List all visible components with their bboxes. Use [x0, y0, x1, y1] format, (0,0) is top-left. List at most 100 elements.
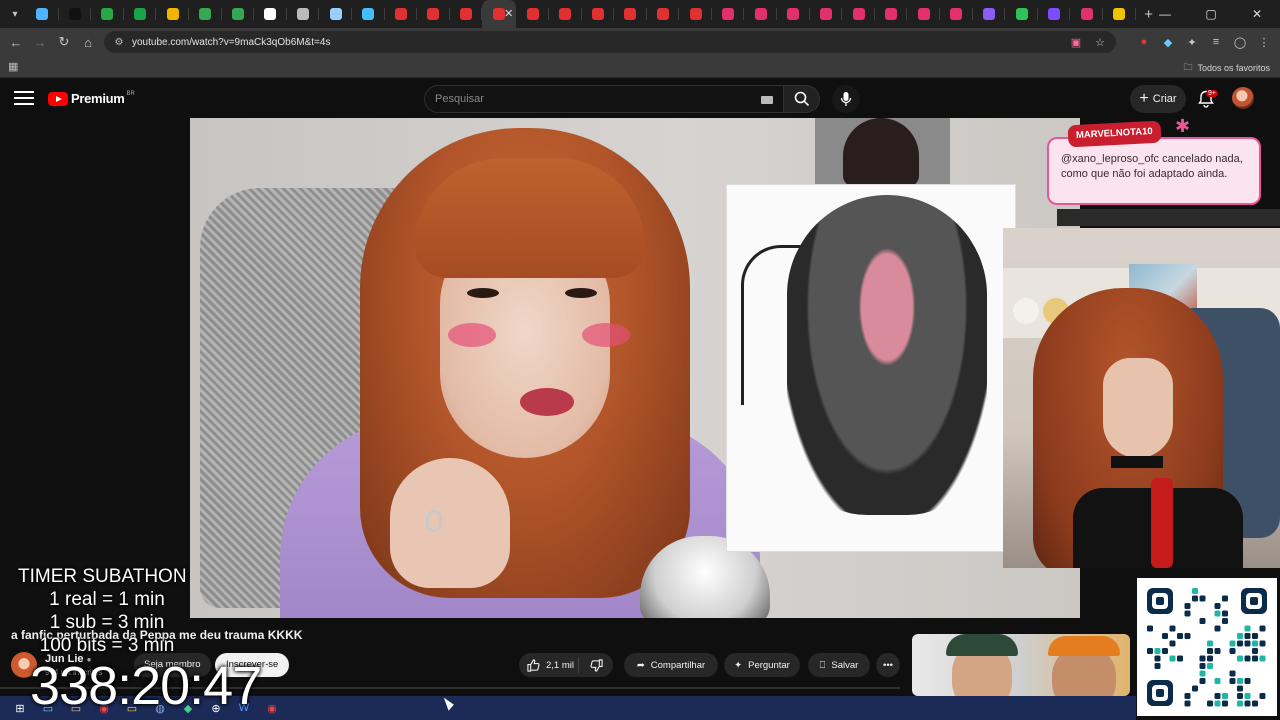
browser-tab[interactable]	[352, 0, 385, 28]
extension-gem-icon[interactable]: ◆	[1158, 30, 1178, 54]
browser-tab[interactable]	[1038, 0, 1071, 28]
browser-tab[interactable]	[973, 0, 1006, 28]
share-button[interactable]: ➦ Compartilhar	[624, 653, 718, 677]
qr-module	[1250, 597, 1258, 605]
browser-tab[interactable]	[91, 0, 124, 28]
dark-doll	[815, 118, 950, 186]
taskbar-app-7-icon[interactable]: ◉	[264, 700, 280, 716]
all-bookmarks-button[interactable]: 🗀 Todos os favoritos	[1183, 60, 1270, 76]
browser-tab[interactable]	[582, 0, 615, 28]
create-button[interactable]: + Criar	[1130, 85, 1186, 113]
folder-icon: 🗀	[1183, 62, 1193, 72]
qr-module	[1162, 633, 1168, 639]
address-bar[interactable]: ⚙ youtube.com/watch?v=9maCk3qOb6M&t=4s ▣…	[104, 31, 1116, 53]
browser-tab[interactable]	[156, 0, 189, 28]
browser-tab[interactable]	[647, 0, 680, 28]
browser-tab[interactable]	[222, 0, 255, 28]
ask-label: Perguntar	[748, 659, 790, 671]
browser-tab[interactable]	[810, 0, 843, 28]
ask-button[interactable]: ✦ Perguntar	[724, 653, 800, 677]
maximize-icon[interactable]: ▢	[1188, 0, 1234, 28]
tab-favicon-icon	[722, 8, 735, 20]
related-video-thumbnail[interactable]	[912, 634, 1130, 696]
browser-tab[interactable]	[777, 0, 810, 28]
search-button[interactable]	[784, 85, 820, 113]
close-window-icon[interactable]: ✕	[1234, 0, 1280, 28]
qr-module	[1244, 633, 1251, 639]
browser-tab[interactable]	[549, 0, 582, 28]
minimize-icon[interactable]: —	[1142, 0, 1188, 28]
browser-tab[interactable]	[1070, 0, 1103, 28]
bookmarks-bar: ▦ 🗀 Todos os favoritos	[0, 56, 1280, 78]
browser-tab[interactable]	[254, 0, 287, 28]
browser-tab[interactable]	[124, 0, 157, 28]
browser-tab[interactable]	[417, 0, 450, 28]
profile-icon[interactable]: ◯	[1230, 30, 1250, 54]
keyboard-icon[interactable]	[761, 96, 773, 104]
browser-tab[interactable]	[319, 0, 352, 28]
browser-tab[interactable]	[1103, 0, 1136, 28]
browser-tab[interactable]	[26, 0, 59, 28]
browser-tab[interactable]	[875, 0, 908, 28]
browser-tab[interactable]	[1005, 0, 1038, 28]
browser-tab[interactable]	[842, 0, 875, 28]
browser-tab[interactable]	[679, 0, 712, 28]
qr-module	[1199, 670, 1206, 677]
microphone-icon	[840, 92, 852, 106]
guide-menu-icon[interactable]	[14, 91, 34, 107]
bookmark-star-icon[interactable]: ☆	[1092, 34, 1108, 50]
extension-red-icon[interactable]: ●	[1134, 30, 1154, 54]
qr-module	[1199, 595, 1206, 602]
browser-tab[interactable]	[712, 0, 745, 28]
voice-search-button[interactable]	[832, 85, 860, 113]
dislike-button[interactable]	[579, 658, 613, 672]
home-icon[interactable]: ⌂	[76, 30, 100, 54]
browser-tab[interactable]	[744, 0, 778, 28]
back-icon[interactable]: ←	[4, 30, 28, 54]
apps-grid-icon[interactable]: ▦	[8, 60, 22, 74]
qr-module	[1237, 633, 1243, 639]
like-count: 2,1 mil	[546, 659, 574, 671]
browser-tab[interactable]	[59, 0, 92, 28]
site-info-icon[interactable]: ⚙	[112, 35, 126, 49]
tab-favicon-icon	[852, 8, 865, 20]
qr-module	[1199, 663, 1206, 669]
qr-module	[1177, 633, 1183, 639]
more-actions-button[interactable]: •••	[876, 653, 900, 677]
browser-tab[interactable]: ✕	[482, 0, 517, 28]
account-avatar[interactable]	[1232, 87, 1254, 109]
tab-search-icon[interactable]: ▾	[4, 3, 26, 25]
forward-icon[interactable]: →	[28, 30, 52, 54]
search-box[interactable]: Pesquisar	[424, 85, 784, 113]
browser-tab[interactable]	[614, 0, 647, 28]
browser-tab[interactable]	[516, 0, 549, 28]
browser-tab[interactable]	[940, 0, 973, 28]
browser-tab[interactable]	[450, 0, 483, 28]
qr-module	[1252, 700, 1258, 707]
tab-close-icon[interactable]: ✕	[504, 7, 513, 20]
reload-icon[interactable]: ↻	[52, 30, 76, 54]
tab-favicon-icon	[1080, 8, 1093, 20]
windows-start-icon[interactable]: ⊞	[12, 700, 28, 716]
save-button[interactable]: ⎕ Salvar	[808, 653, 870, 677]
like-dislike-group: 2,1 mil	[519, 653, 613, 677]
like-button[interactable]: 2,1 mil	[519, 657, 579, 673]
tab-favicon-icon	[264, 8, 277, 20]
qr-module	[1244, 700, 1251, 707]
youtube-logo[interactable]: Premium BR	[48, 91, 135, 106]
tab-favicon-icon	[591, 8, 604, 20]
media-controls-icon[interactable]: ≡	[1206, 30, 1226, 54]
hand	[390, 458, 510, 588]
browser-tab[interactable]	[287, 0, 320, 28]
browser-tab[interactable]	[907, 0, 941, 28]
streamer-webcam	[1003, 228, 1280, 568]
extensions-icon[interactable]: ✦	[1182, 30, 1202, 54]
browser-tab[interactable]	[385, 0, 418, 28]
qr-module	[1169, 640, 1176, 647]
browser-tab[interactable]	[189, 0, 222, 28]
browser-menu-icon[interactable]: ⋮	[1254, 30, 1274, 54]
tab-favicon-icon	[101, 8, 114, 20]
qr-module	[1222, 618, 1228, 624]
picture-in-picture-icon[interactable]: ▣	[1068, 34, 1084, 50]
qr-module	[1214, 693, 1221, 699]
